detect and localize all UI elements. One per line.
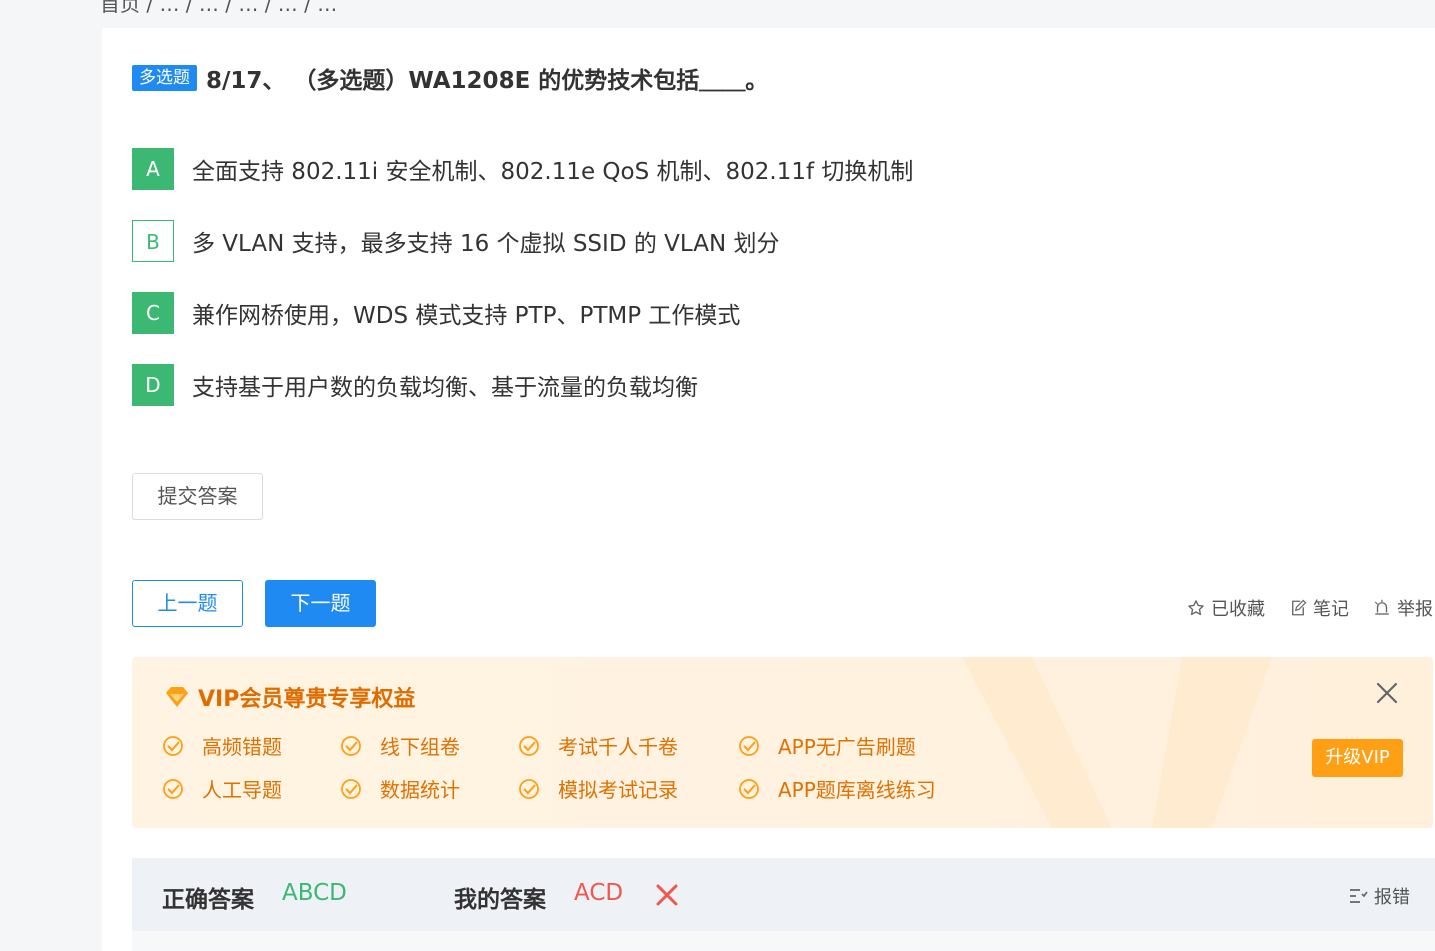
option-text: 全面支持 802.11i 安全机制、802.11e QoS 机制、802.11f… bbox=[192, 159, 914, 185]
report-label: 举报 bbox=[1397, 599, 1433, 620]
correct-answer-value: ABCD bbox=[282, 880, 347, 906]
option-letter: C bbox=[132, 292, 174, 334]
check-circle-icon bbox=[341, 735, 361, 756]
option-b[interactable]: B 多 VLAN 支持，最多支持 16 个虚拟 SSID 的 VLAN 划分 bbox=[132, 220, 779, 262]
diamond-icon bbox=[166, 687, 188, 707]
report-icon bbox=[1350, 889, 1368, 903]
note-label: 笔记 bbox=[1313, 599, 1349, 620]
question-tools: 已收藏 笔记 举报 bbox=[1163, 595, 1433, 621]
vip-watermark bbox=[962, 657, 1272, 828]
vip-perk: 数据统计 bbox=[340, 774, 460, 803]
vip-perk: 考试千人千卷 bbox=[518, 731, 678, 760]
vip-perk-label: 考试千人千卷 bbox=[558, 735, 678, 759]
answer-detail-area bbox=[132, 931, 1435, 951]
vip-perk-label: APP题库离线练习 bbox=[778, 778, 936, 802]
check-circle-icon bbox=[163, 778, 183, 799]
option-text: 兼作网桥使用，WDS 模式支持 PTP、PTMP 工作模式 bbox=[192, 303, 741, 329]
star-icon bbox=[1188, 600, 1204, 616]
vip-perk: APP题库离线练习 bbox=[738, 774, 936, 803]
option-letter: A bbox=[132, 148, 174, 190]
check-circle-icon bbox=[519, 778, 539, 799]
vip-perk-label: 线下组卷 bbox=[380, 735, 460, 759]
next-question-button[interactable]: 下一题 bbox=[265, 580, 376, 627]
vip-banner: VIP会员尊贵专享权益 高频错题 线下组卷 考试千人千卷 APP无广告刷题 人工… bbox=[132, 657, 1433, 828]
vip-perk: 模拟考试记录 bbox=[518, 774, 678, 803]
option-letter: B bbox=[132, 220, 174, 262]
edit-icon bbox=[1292, 599, 1307, 616]
vip-title-text: VIP会员尊贵专享权益 bbox=[198, 687, 416, 712]
option-text: 支持基于用户数的负载均衡、基于流量的负载均衡 bbox=[192, 375, 698, 401]
answer-bar: 正确答案 ABCD 我的答案 ACD 报错 bbox=[132, 858, 1435, 931]
vip-title: VIP会员尊贵专享权益 bbox=[164, 681, 415, 713]
vip-perk-label: 高频错题 bbox=[202, 735, 282, 759]
question-header: 多选题 8/17、 （多选题）WA1208E 的优势技术包括＿＿。 bbox=[132, 61, 768, 95]
check-circle-icon bbox=[739, 735, 759, 756]
check-circle-icon bbox=[163, 735, 183, 756]
upgrade-vip-button[interactable]: 升级VIP bbox=[1312, 739, 1403, 777]
option-text: 多 VLAN 支持，最多支持 16 个虚拟 SSID 的 VLAN 划分 bbox=[192, 231, 780, 257]
top-breadcrumb-bar: 首页 / … / … / … / … / … bbox=[0, 0, 1435, 28]
vip-perk-label: APP无广告刷题 bbox=[778, 735, 916, 759]
error-report-label: 报错 bbox=[1374, 887, 1410, 908]
option-a[interactable]: A 全面支持 802.11i 安全机制、802.11e QoS 机制、802.1… bbox=[132, 148, 913, 190]
my-answer-label: 我的答案 bbox=[454, 887, 546, 913]
check-circle-icon bbox=[519, 735, 539, 756]
option-letter: D bbox=[132, 364, 174, 406]
vip-perk-label: 模拟考试记录 bbox=[558, 778, 678, 802]
check-circle-icon bbox=[739, 778, 759, 799]
vip-perk: 线下组卷 bbox=[340, 731, 460, 760]
breadcrumb[interactable]: 首页 / … / … / … / … / … bbox=[100, 0, 337, 17]
question-card: 多选题 8/17、 （多选题）WA1208E 的优势技术包括＿＿。 A 全面支持… bbox=[102, 28, 1435, 951]
vip-perk: 高频错题 bbox=[162, 731, 282, 760]
check-circle-icon bbox=[341, 778, 361, 799]
close-icon[interactable] bbox=[1376, 682, 1398, 704]
option-d[interactable]: D 支持基于用户数的负载均衡、基于流量的负载均衡 bbox=[132, 364, 698, 406]
favorite-button[interactable]: 已收藏 bbox=[1187, 595, 1265, 621]
submit-answer-button[interactable]: 提交答案 bbox=[132, 473, 263, 520]
bell-icon bbox=[1374, 599, 1389, 615]
vip-perk-label: 数据统计 bbox=[380, 778, 460, 802]
report-button[interactable]: 举报 bbox=[1373, 595, 1433, 621]
question-title: 8/17、 （多选题）WA1208E 的优势技术包括＿＿。 bbox=[206, 68, 769, 94]
favorite-label: 已收藏 bbox=[1211, 599, 1265, 620]
option-c[interactable]: C 兼作网桥使用，WDS 模式支持 PTP、PTMP 工作模式 bbox=[132, 292, 740, 334]
vip-perk-label: 人工导题 bbox=[202, 778, 282, 802]
question-type-tag: 多选题 bbox=[132, 65, 197, 91]
my-answer-value: ACD bbox=[574, 880, 624, 906]
vip-perk: APP无广告刷题 bbox=[738, 731, 916, 760]
correct-answer-label: 正确答案 bbox=[162, 887, 254, 913]
note-button[interactable]: 笔记 bbox=[1289, 595, 1349, 621]
wrong-icon bbox=[656, 884, 678, 906]
prev-question-button[interactable]: 上一题 bbox=[132, 580, 243, 627]
vip-perk: 人工导题 bbox=[162, 774, 282, 803]
error-report-button[interactable]: 报错 bbox=[1348, 883, 1410, 909]
